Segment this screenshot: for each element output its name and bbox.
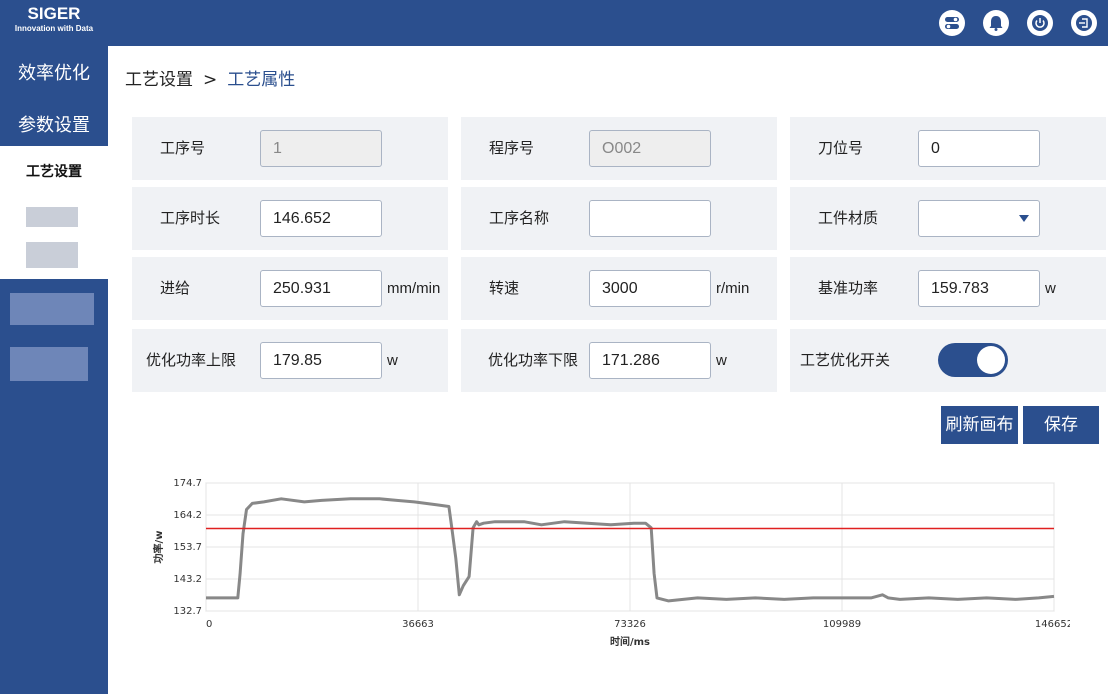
brand-logo: SIGER Innovation with Data (0, 5, 108, 35)
field-material: 工件材质 (790, 187, 1106, 250)
process-name-label: 工序名称 (489, 209, 550, 227)
sidebar-item-process-settings[interactable]: 工艺设置 (0, 152, 108, 192)
power-upper-unit: w (387, 352, 398, 369)
base-power-unit: w (1045, 280, 1056, 297)
sidebar-item-efficiency[interactable]: 效率优化 (0, 48, 108, 100)
power-icon[interactable] (1027, 10, 1053, 36)
process-duration-label: 工序时长 (160, 209, 221, 227)
field-process-duration: 工序时长 146.652 (132, 187, 448, 250)
power-upper-label: 优化功率上限 (146, 351, 237, 369)
speed-unit: r/min (716, 280, 750, 297)
y-tick-label: 164.2 (173, 510, 202, 521)
base-power-input[interactable]: 159.783 (918, 270, 1040, 307)
chevron-down-icon (1019, 215, 1029, 222)
speed-input[interactable]: 3000 (589, 270, 711, 307)
save-button[interactable]: 保存 (1023, 406, 1099, 444)
toggle-icon[interactable] (939, 10, 965, 36)
redacted-menu-item[interactable] (10, 293, 94, 325)
x-tick-label: 146652 (1035, 619, 1070, 630)
exit-icon[interactable] (1071, 10, 1097, 36)
breadcrumb-separator: > (203, 70, 218, 90)
process-no-label: 工序号 (160, 139, 206, 157)
y-tick-label: 143.2 (173, 574, 202, 585)
power-upper-input[interactable]: 179.85 (260, 342, 382, 379)
redacted-menu-item[interactable] (26, 242, 78, 268)
x-tick-label: 0 (206, 619, 212, 630)
tool-no-label: 刀位号 (818, 139, 864, 157)
sidebar-item-parameters[interactable]: 参数设置 (0, 100, 108, 152)
redacted-menu-item[interactable] (26, 207, 78, 227)
power-chart: 174.7 164.2 153.7 143.2 132.7 0 36663 73326 1099… (152, 478, 1070, 648)
process-no-input: 1 (260, 130, 382, 167)
power-lower-input[interactable]: 171.286 (589, 342, 711, 379)
process-name-input[interactable] (589, 200, 711, 237)
power-lower-label: 优化功率下限 (488, 351, 579, 369)
field-feed: 进给 250.931 mm/min (132, 257, 448, 320)
field-program-no: 程序号 O002 (461, 117, 777, 180)
material-label: 工件材质 (818, 209, 879, 227)
top-bar: SIGER Innovation with Data (0, 0, 1108, 46)
program-no-input: O002 (589, 130, 711, 167)
breadcrumb-current: 工艺属性 (227, 70, 296, 90)
material-select[interactable] (918, 200, 1040, 237)
process-duration-input[interactable]: 146.652 (260, 200, 382, 237)
x-tick-label: 109989 (823, 619, 861, 630)
y-tick-label: 132.7 (173, 606, 202, 617)
feed-unit: mm/min (387, 280, 441, 297)
feed-input[interactable]: 250.931 (260, 270, 382, 307)
brand-tagline: Innovation with Data (14, 24, 94, 33)
y-tick-label: 174.7 (173, 478, 202, 489)
field-tool-no: 刀位号 0 (790, 117, 1106, 180)
y-axis-label: 功率/w (152, 531, 165, 564)
field-power-lower: 优化功率下限 171.286 w (461, 329, 777, 392)
redacted-menu-item[interactable] (10, 347, 88, 381)
base-power-label: 基准功率 (818, 279, 879, 297)
toggle-knob (977, 346, 1005, 374)
field-opt-switch: 工艺优化开关 (790, 329, 1106, 392)
x-tick-label: 73326 (614, 619, 646, 630)
field-base-power: 基准功率 159.783 w (790, 257, 1106, 320)
x-axis-label: 时间/ms (610, 635, 650, 648)
power-lower-unit: w (716, 352, 727, 369)
x-tick-label: 36663 (402, 619, 434, 630)
opt-switch-toggle[interactable] (938, 343, 1008, 377)
breadcrumb-parent[interactable]: 工艺设置 (125, 70, 193, 90)
tool-no-input[interactable]: 0 (918, 130, 1040, 167)
sidebar: 效率优化 参数设置 工艺设置 (0, 46, 108, 694)
breadcrumb: 工艺设置 > 工艺属性 (125, 65, 295, 90)
feed-label: 进给 (160, 279, 191, 297)
field-process-name: 工序名称 (461, 187, 777, 250)
y-tick-label: 153.7 (173, 542, 202, 553)
opt-switch-label: 工艺优化开关 (800, 351, 891, 369)
brand-name: SIGER (27, 4, 81, 23)
speed-label: 转速 (489, 279, 520, 297)
refresh-canvas-button[interactable]: 刷新画布 (941, 406, 1018, 444)
program-no-label: 程序号 (489, 139, 535, 157)
field-power-upper: 优化功率上限 179.85 w (132, 329, 448, 392)
field-speed: 转速 3000 r/min (461, 257, 777, 320)
field-process-no: 工序号 1 (132, 117, 448, 180)
bell-icon[interactable] (983, 10, 1009, 36)
